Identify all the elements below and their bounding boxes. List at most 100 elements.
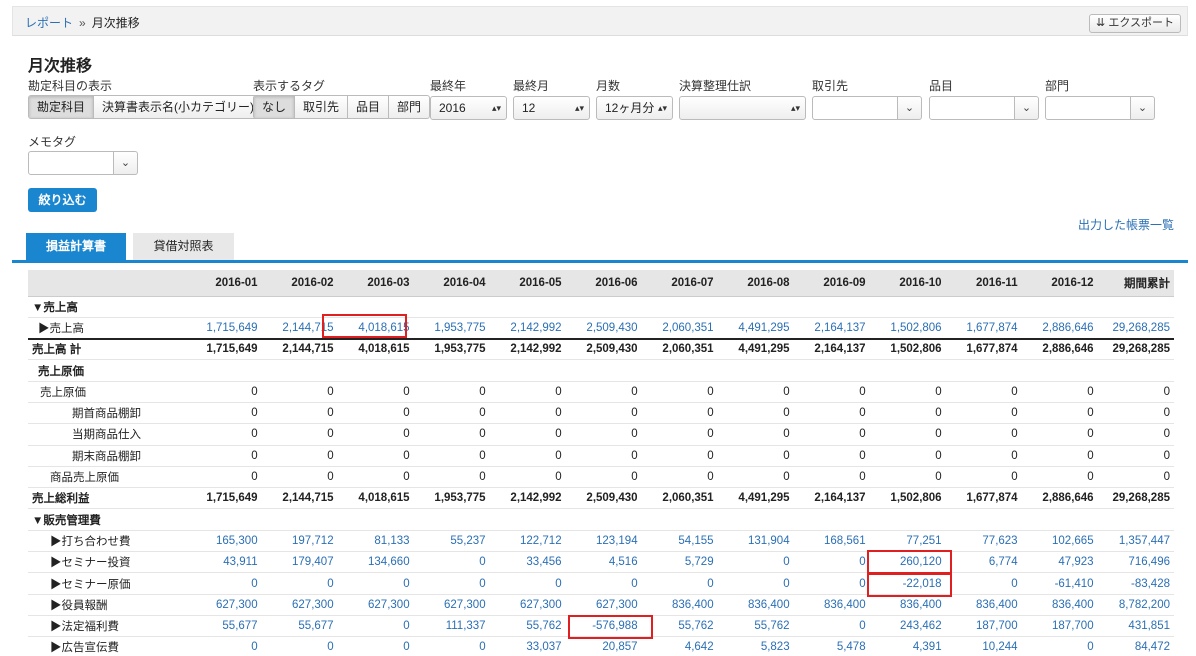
- table-cell[interactable]: 0: [641, 572, 718, 595]
- table-cell[interactable]: 0: [793, 572, 870, 595]
- table-cell[interactable]: 0: [489, 572, 566, 595]
- item-input[interactable]: [929, 96, 1015, 120]
- table-cell[interactable]: 0: [717, 572, 794, 595]
- table-cell[interactable]: 2,886,646: [1021, 317, 1098, 340]
- table-cell[interactable]: 81,133: [337, 530, 414, 553]
- row-label[interactable]: ▶売上高: [28, 317, 186, 340]
- table-cell[interactable]: 54,155: [641, 530, 718, 553]
- table-cell[interactable]: 627,300: [489, 594, 566, 616]
- row-label[interactable]: ▶役員報酬: [28, 594, 186, 616]
- table-cell[interactable]: 102,665: [1021, 530, 1098, 553]
- table-cell[interactable]: -83,428: [1097, 572, 1174, 595]
- table-cell[interactable]: 2,164,137: [793, 317, 870, 340]
- partner-input[interactable]: [812, 96, 898, 120]
- table-cell[interactable]: 836,400: [793, 594, 870, 616]
- table-cell[interactable]: 627,300: [185, 594, 262, 616]
- table-cell[interactable]: 77,251: [869, 530, 946, 553]
- table-cell[interactable]: 84,472: [1097, 636, 1174, 656]
- tag-option-none[interactable]: なし: [254, 96, 296, 118]
- table-cell[interactable]: 0: [565, 572, 642, 595]
- table-cell[interactable]: 4,516: [565, 551, 642, 574]
- table-cell[interactable]: 122,712: [489, 530, 566, 553]
- output-list-link[interactable]: 出力した帳票一覧: [1078, 216, 1174, 233]
- table-cell[interactable]: 55,237: [413, 530, 490, 553]
- table-cell[interactable]: 1,357,447: [1097, 530, 1174, 553]
- table-cell[interactable]: 8,782,200: [1097, 594, 1174, 616]
- table-cell[interactable]: 165,300: [185, 530, 262, 553]
- table-cell[interactable]: 836,400: [1021, 594, 1098, 616]
- table-cell[interactable]: 0: [1021, 636, 1098, 656]
- table-cell[interactable]: 55,762: [717, 615, 794, 638]
- table-cell[interactable]: 5,823: [717, 636, 794, 656]
- table-cell[interactable]: 431,851: [1097, 615, 1174, 638]
- department-input[interactable]: [1045, 96, 1131, 120]
- table-cell[interactable]: 0: [945, 572, 1022, 595]
- table-cell[interactable]: 33,456: [489, 551, 566, 574]
- table-cell[interactable]: 33,037: [489, 636, 566, 656]
- table-cell[interactable]: 55,677: [261, 615, 338, 638]
- table-cell[interactable]: 627,300: [413, 594, 490, 616]
- table-cell[interactable]: 0: [185, 636, 262, 656]
- table-cell[interactable]: 47,923: [1021, 551, 1098, 574]
- row-label[interactable]: ▶法定福利費: [28, 615, 186, 638]
- table-cell[interactable]: -61,410: [1021, 572, 1098, 595]
- table-cell[interactable]: 0: [717, 551, 794, 574]
- memo-tag-input[interactable]: [28, 151, 114, 175]
- tag-option-partner[interactable]: 取引先: [295, 96, 349, 118]
- breadcrumb-report-link[interactable]: レポート: [25, 16, 73, 30]
- table-cell[interactable]: 716,496: [1097, 551, 1174, 574]
- table-cell[interactable]: 836,400: [945, 594, 1022, 616]
- table-cell[interactable]: 0: [413, 636, 490, 656]
- row-label[interactable]: ▶打ち合わせ費: [28, 530, 186, 553]
- table-cell[interactable]: 197,712: [261, 530, 338, 553]
- table-cell[interactable]: 131,904: [717, 530, 794, 553]
- table-cell[interactable]: 134,660: [337, 551, 414, 574]
- tab-balance-sheet[interactable]: 貸借対照表: [133, 233, 234, 260]
- table-cell[interactable]: 0: [793, 551, 870, 574]
- table-cell[interactable]: 1,715,649: [185, 317, 262, 340]
- table-cell[interactable]: 2,060,351: [641, 317, 718, 340]
- table-cell[interactable]: 627,300: [261, 594, 338, 616]
- table-cell[interactable]: 0: [337, 572, 414, 595]
- table-cell[interactable]: 20,857: [565, 636, 642, 656]
- table-cell[interactable]: 168,561: [793, 530, 870, 553]
- table-cell[interactable]: 836,400: [641, 594, 718, 616]
- export-button[interactable]: ⇊ エクスポート: [1089, 14, 1181, 33]
- months-select[interactable]: 12ヶ月分 ▴▾: [596, 96, 673, 120]
- tag-option-department[interactable]: 部門: [389, 96, 429, 118]
- row-label[interactable]: ▶セミナー投資: [28, 551, 186, 574]
- account-display-option-account[interactable]: 勘定科目: [29, 96, 95, 118]
- last-year-select[interactable]: 2016 ▴▾: [430, 96, 507, 120]
- table-cell[interactable]: 627,300: [565, 594, 642, 616]
- table-cell[interactable]: 111,337: [413, 615, 490, 638]
- tag-option-item[interactable]: 品目: [348, 96, 390, 118]
- row-label[interactable]: ▶広告宣伝費: [28, 636, 186, 656]
- chevron-down-icon[interactable]: ⌄: [1131, 96, 1155, 120]
- table-cell[interactable]: 123,194: [565, 530, 642, 553]
- closing-select[interactable]: ▴▾: [679, 96, 806, 120]
- filter-submit-button[interactable]: 絞り込む: [28, 188, 97, 212]
- table-cell[interactable]: 179,407: [261, 551, 338, 574]
- table-cell[interactable]: 0: [337, 615, 414, 638]
- table-cell[interactable]: 4,491,295: [717, 317, 794, 340]
- table-cell[interactable]: 836,400: [717, 594, 794, 616]
- table-cell[interactable]: 1,677,874: [945, 317, 1022, 340]
- table-cell[interactable]: 0: [413, 572, 490, 595]
- table-cell[interactable]: 10,244: [945, 636, 1022, 656]
- row-label[interactable]: ▶セミナー原価: [28, 572, 186, 595]
- table-cell[interactable]: 2,509,430: [565, 317, 642, 340]
- table-cell[interactable]: 0: [261, 572, 338, 595]
- account-display-option-category[interactable]: 決算書表示名(小カテゴリー): [94, 96, 262, 118]
- table-cell[interactable]: 187,700: [1021, 615, 1098, 638]
- table-cell[interactable]: 43,911: [185, 551, 262, 574]
- table-cell[interactable]: 0: [413, 551, 490, 574]
- table-cell[interactable]: 0: [793, 615, 870, 638]
- chevron-down-icon[interactable]: ⌄: [898, 96, 922, 120]
- table-cell[interactable]: 836,400: [869, 594, 946, 616]
- table-cell[interactable]: 6,774: [945, 551, 1022, 574]
- table-cell[interactable]: 55,677: [185, 615, 262, 638]
- table-cell[interactable]: 77,623: [945, 530, 1022, 553]
- table-cell[interactable]: 0: [337, 636, 414, 656]
- table-cell[interactable]: 5,729: [641, 551, 718, 574]
- table-cell[interactable]: 5,478: [793, 636, 870, 656]
